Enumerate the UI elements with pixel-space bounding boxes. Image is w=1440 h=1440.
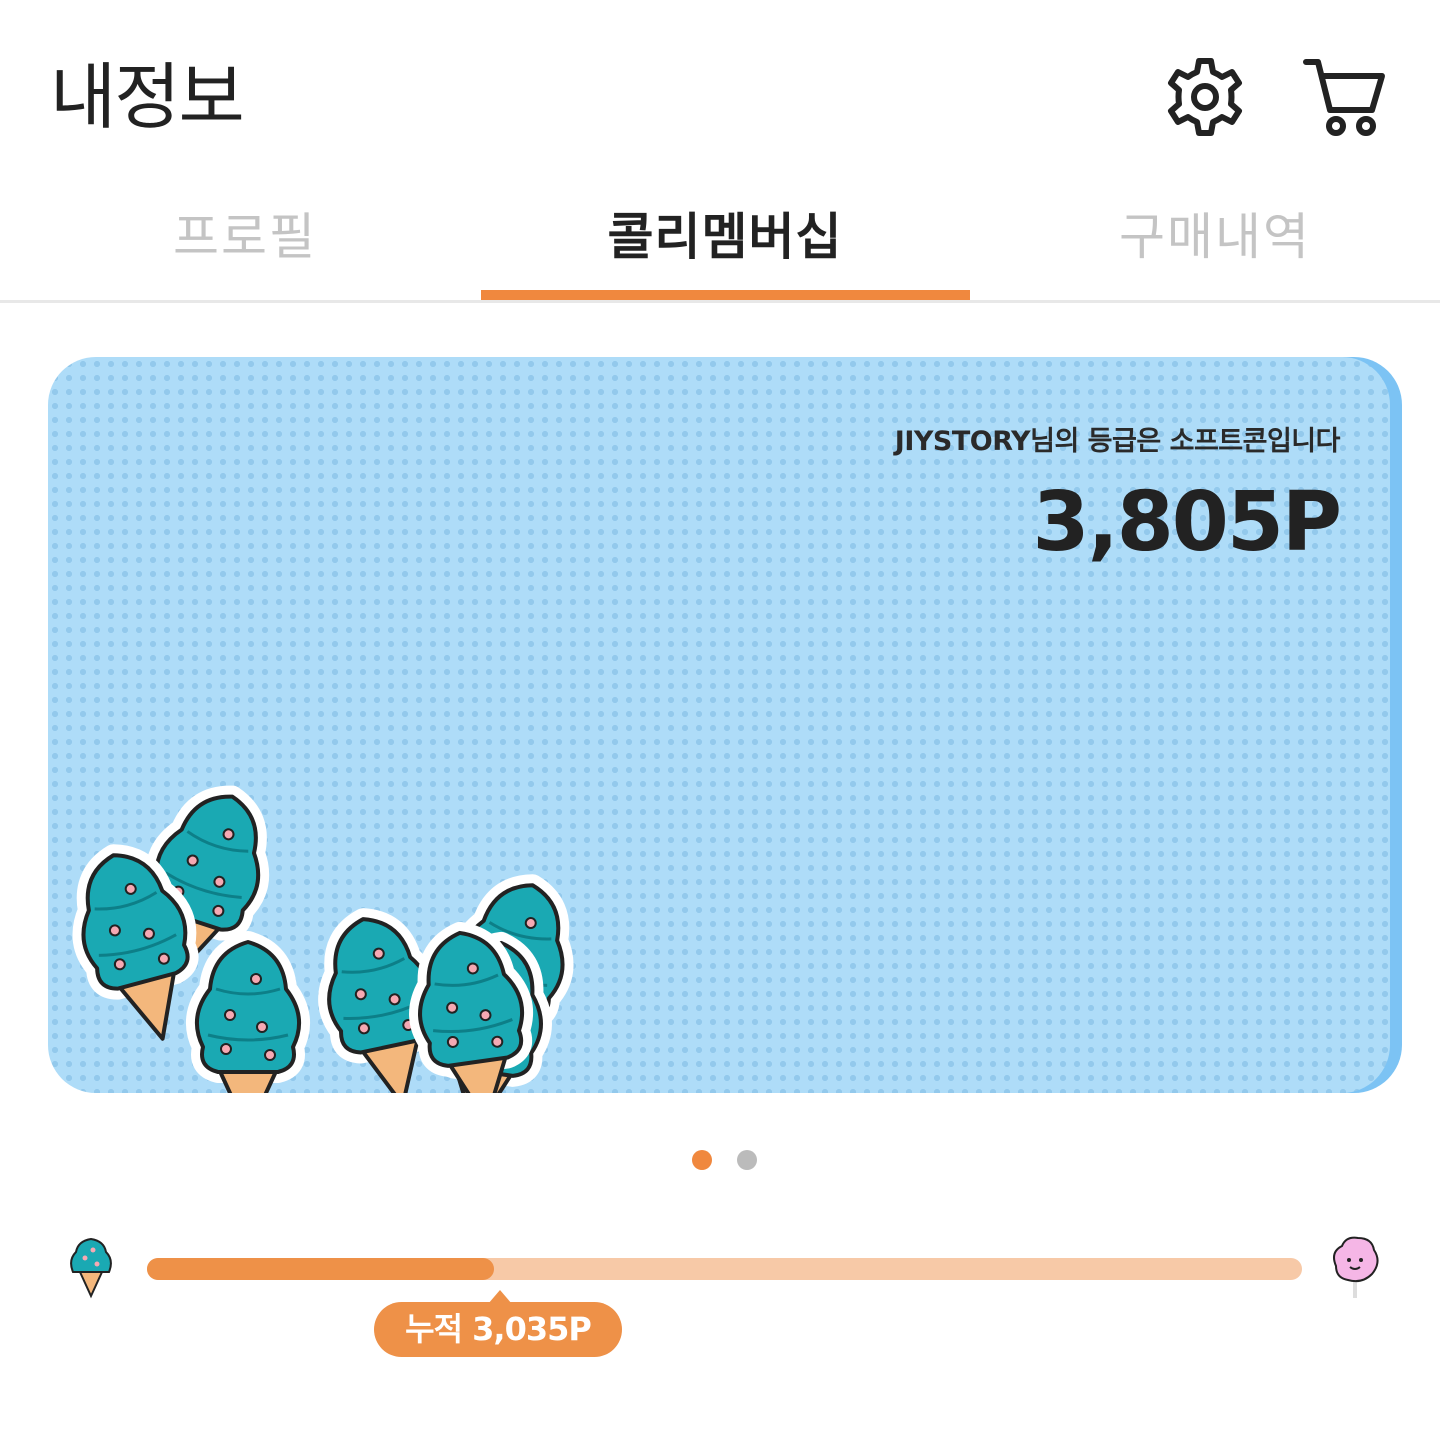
tab-membership[interactable]: 콜리멤버십 — [480, 190, 970, 300]
accumulated-points-badge: 누적 3,035P — [374, 1302, 622, 1357]
carousel-dot-active[interactable] — [692, 1150, 712, 1170]
progress-fill — [147, 1258, 494, 1280]
cotton-candy-icon — [1333, 1236, 1379, 1298]
settings-button[interactable] — [1160, 52, 1250, 142]
tab-active-indicator — [481, 290, 970, 300]
membership-progress: 누적 3,035P — [0, 1230, 1440, 1380]
cart-button[interactable] — [1300, 52, 1390, 142]
membership-card[interactable]: JIYSTORY님의 등급은 소프트콘입니다 3,805P — [48, 357, 1390, 1093]
progress-track — [147, 1258, 1302, 1280]
app-header: 내정보 — [0, 0, 1440, 180]
tab-profile[interactable]: 프로필 — [0, 190, 490, 300]
ice-cream-cone — [197, 942, 299, 1093]
page-title: 내정보 — [50, 55, 245, 139]
carousel-dot[interactable] — [737, 1150, 757, 1170]
soft-cone-icon — [70, 1238, 112, 1299]
tab-bar: 프로필 콜리멤버십 구매내역 — [0, 190, 1440, 303]
ice-cream-illustration — [48, 357, 1390, 1093]
cart-icon — [1303, 59, 1385, 136]
tab-purchase-history[interactable]: 구매내역 — [970, 190, 1440, 300]
gear-icon — [1168, 58, 1242, 136]
